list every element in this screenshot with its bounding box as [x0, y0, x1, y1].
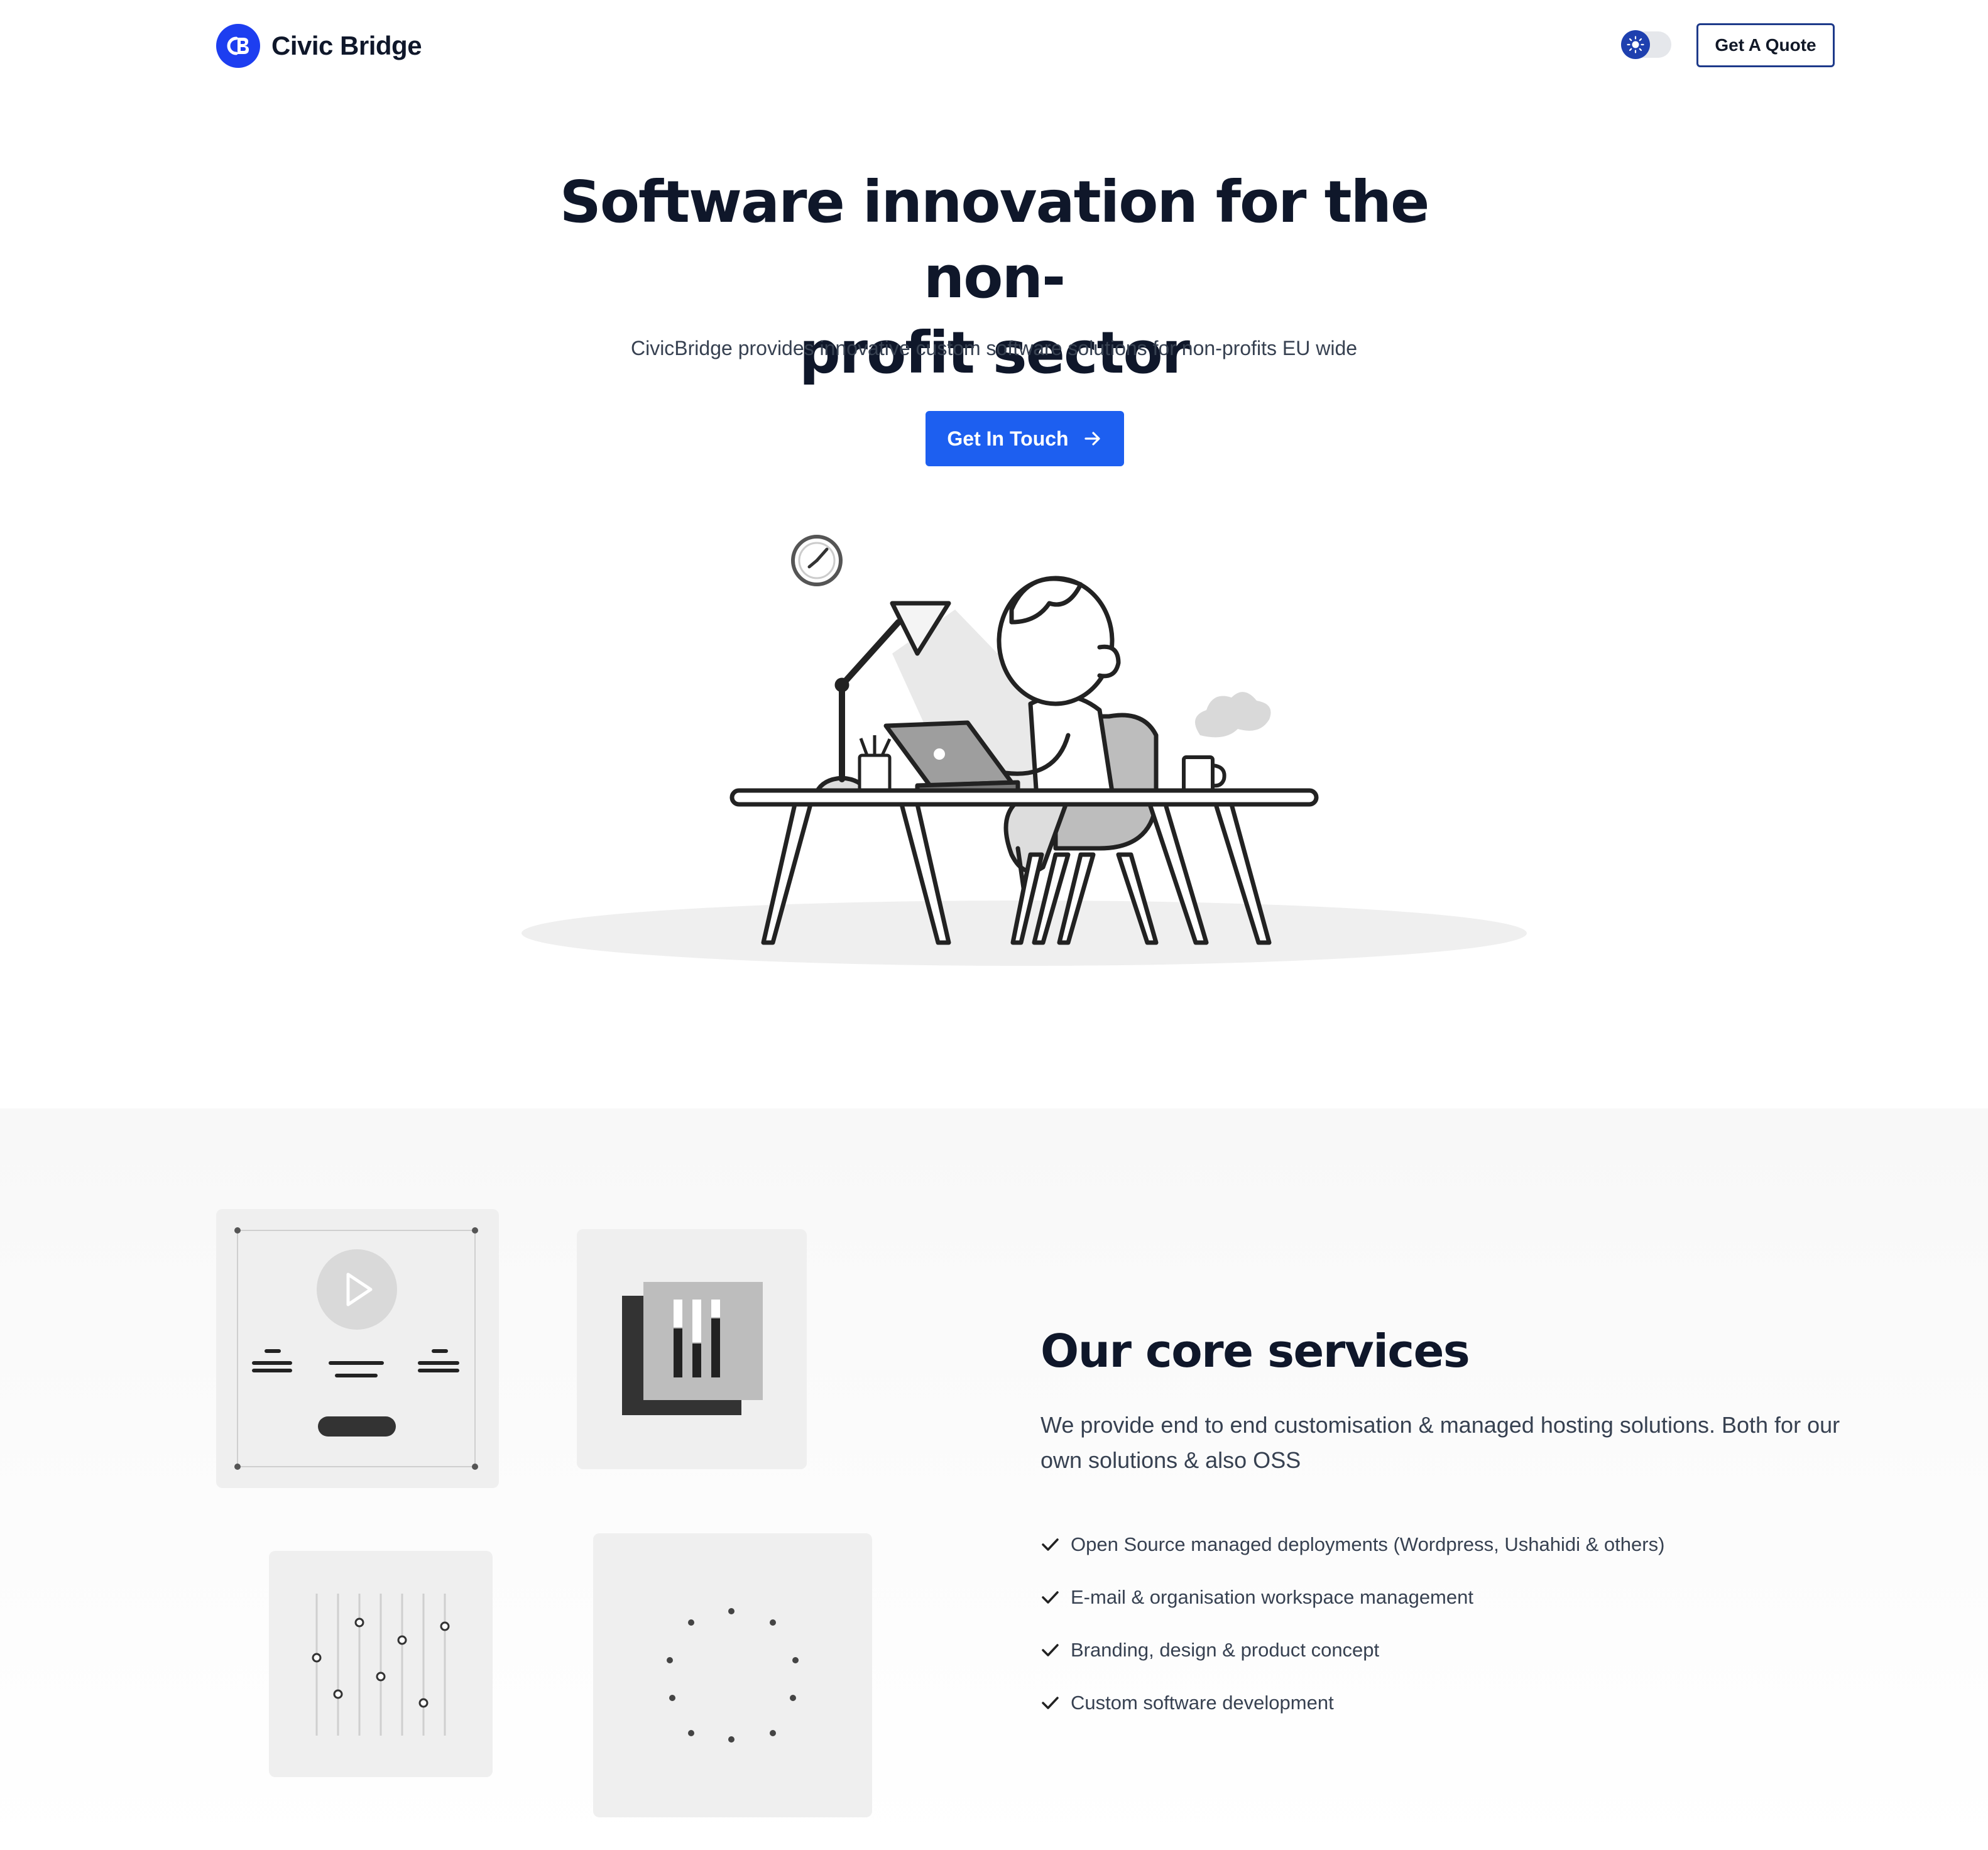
hero-illustration [515, 528, 1533, 980]
bar-chart-tile [577, 1229, 807, 1469]
service-label: Open Source managed deployments (Wordpre… [1071, 1533, 1665, 1555]
service-label: E-mail & organisation workspace manageme… [1071, 1586, 1473, 1608]
services-description: We provide end to end customisation & ma… [1040, 1412, 1840, 1473]
site-header: Civic Bridge Get A Quote [0, 0, 1988, 94]
hero-title-line-1: Software innovation for the non- [559, 168, 1430, 311]
sun-icon [1621, 30, 1650, 59]
get-a-quote-button[interactable]: Get A Quote [1696, 23, 1835, 67]
theme-toggle[interactable] [1621, 30, 1671, 59]
get-in-touch-button[interactable]: Get In Touch [926, 411, 1124, 466]
logo-text: Civic Bridge [271, 31, 422, 60]
check-icon [1040, 1588, 1059, 1607]
cta-label: Get In Touch [947, 427, 1069, 450]
check-icon [1040, 1694, 1059, 1712]
bar-chart-icon [674, 1300, 720, 1377]
loading-spinner-icon [667, 1608, 799, 1743]
clock-icon [791, 535, 843, 586]
list-item: Open Source managed deployments (Wordpre… [1040, 1518, 1664, 1571]
sliders-icon [312, 1594, 450, 1736]
services-title: Our core services [1040, 1325, 1470, 1377]
plant [858, 735, 892, 794]
coffee-mug [1182, 692, 1271, 794]
steam [1195, 692, 1271, 738]
logo-mark-icon [216, 24, 260, 68]
hero-subtitle: CivicBridge provides innovative custom s… [630, 337, 1358, 359]
check-icon [1040, 1535, 1059, 1554]
sliders-tile [269, 1551, 493, 1777]
logo-link[interactable]: Civic Bridge [216, 24, 422, 68]
loader-tile [593, 1533, 872, 1817]
service-label: Branding, design & product concept [1071, 1639, 1380, 1661]
services-list: Open Source managed deployments (Wordpre… [1040, 1518, 1664, 1729]
play-icon [317, 1249, 397, 1330]
list-item: E-mail & organisation workspace manageme… [1040, 1571, 1664, 1624]
service-label: Custom software development [1071, 1692, 1334, 1714]
check-icon [1040, 1641, 1059, 1660]
list-item: Branding, design & product concept [1040, 1624, 1664, 1677]
arrow-right-icon [1083, 429, 1103, 449]
list-item: Custom software development [1040, 1677, 1664, 1729]
media-card-tile [216, 1209, 499, 1488]
